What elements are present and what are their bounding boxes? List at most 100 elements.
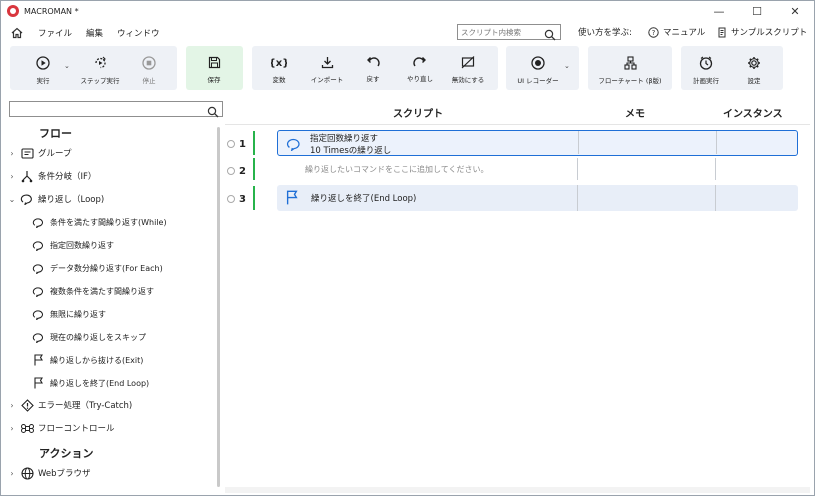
flag-icon: [31, 376, 45, 390]
tree-leaf-label: 条件を満たす間繰り返す(While): [50, 217, 167, 227]
row-title: 繰り返しを終了(End Loop): [311, 194, 417, 204]
tree-node-loop[interactable]: ⌄ 繰り返し（Loop): [1, 189, 215, 209]
breakpoint-toggle-icon[interactable]: [227, 140, 235, 148]
tree-leaf-multi-condition[interactable]: 複数条件を満たす間繰り返す: [31, 281, 154, 301]
line-number[interactable]: 1: [227, 134, 257, 154]
window-controls: — ☐ ✕: [700, 1, 814, 21]
menu-window[interactable]: ウィンドウ: [117, 27, 160, 39]
tree-leaf-label: 無限に繰り返す: [50, 309, 106, 319]
breakpoint-toggle-icon[interactable]: [227, 195, 235, 203]
manual-link[interactable]: ? マニュアル: [648, 26, 705, 38]
script-editor: スクリプト メモ インスタンス 1 2 3 指定回数繰り返す 10 Timesの…: [225, 97, 810, 495]
maximize-button[interactable]: ☐: [738, 1, 776, 21]
menu-edit[interactable]: 編集: [86, 27, 103, 39]
loop-icon: [31, 284, 45, 298]
loop-icon: [20, 192, 34, 206]
branch-icon: [20, 169, 34, 183]
instance-column-header: インスタンス: [723, 109, 783, 120]
sample-scripts-link[interactable]: サンプルスクリプト: [717, 26, 807, 38]
stop-button[interactable]: 停止: [135, 46, 163, 90]
disable-button[interactable]: 無効にする: [447, 46, 489, 90]
search-icon[interactable]: [544, 26, 556, 45]
undo-label: 戻す: [366, 75, 380, 83]
script-column-header: スクリプト: [393, 109, 443, 120]
title-bar: MACROMAN * — ☐ ✕: [1, 1, 814, 21]
gear-icon: [748, 57, 760, 69]
tree-leaf-while[interactable]: 条件を満たす間繰り返す(While): [31, 212, 167, 232]
minimize-button[interactable]: —: [700, 1, 738, 21]
tree-leaf-skip[interactable]: 現在の繰り返しをスキップ: [31, 327, 146, 347]
save-button[interactable]: 保存: [199, 46, 229, 90]
column-divider: [716, 131, 717, 154]
script-row-placeholder[interactable]: 繰り返したいコマンドをここに追加してください。: [277, 158, 798, 180]
flowchart-button[interactable]: フローチャート (β版): [592, 46, 668, 90]
chevron-right-icon[interactable]: ›: [7, 424, 17, 433]
variables-button[interactable]: {x} 変数: [265, 46, 293, 90]
record-icon: [531, 56, 545, 70]
tree-node-web-browser[interactable]: › Webブラウザ: [1, 463, 215, 483]
script-row-end-loop[interactable]: 繰り返しを終了(End Loop): [277, 185, 798, 211]
window-title: MACROMAN *: [24, 6, 79, 16]
chevron-right-icon[interactable]: ›: [7, 469, 17, 478]
tree-node-try-catch[interactable]: › エラー処理（Try-Catch): [1, 395, 215, 415]
tree-leaf-exit[interactable]: 繰り返しから抜ける(Exit): [31, 350, 143, 370]
tree-node-label: フローコントロール: [38, 424, 115, 434]
breakpoint-toggle-icon[interactable]: [227, 167, 235, 175]
disable-icon: [461, 56, 475, 69]
column-divider: [577, 158, 578, 180]
tree-node-flow-control[interactable]: › フローコントロール: [1, 418, 215, 438]
tree-leaf-infinite[interactable]: 無限に繰り返す: [31, 304, 106, 324]
tree-leaf-label: 繰り返しから抜ける(Exit): [50, 355, 144, 365]
tree-leaf-end-loop[interactable]: 繰り返しを終了(End Loop): [31, 373, 149, 393]
import-button[interactable]: インポート: [307, 46, 347, 90]
loop-icon: [31, 215, 45, 229]
tree-leaf-repeat-count[interactable]: 指定回数繰り返す: [31, 235, 114, 255]
schedule-button[interactable]: 計画実行: [689, 46, 723, 90]
chevron-right-icon[interactable]: ›: [7, 401, 17, 410]
help-circle-icon: ?: [648, 26, 659, 38]
run-button[interactable]: 実行: [28, 46, 58, 90]
loop-icon: [31, 261, 45, 275]
home-icon[interactable]: [10, 26, 24, 40]
command-search-input[interactable]: [9, 101, 223, 118]
ui-recorder-label: UI レコーダー: [517, 77, 559, 85]
ui-recorder-button[interactable]: UI レコーダー: [514, 46, 562, 90]
line-number[interactable]: 2: [227, 161, 257, 181]
settings-button[interactable]: 設定: [739, 46, 769, 90]
command-sidebar: フロー › グループ › 条件分岐（IF） ⌄ 繰り返し（Loop) 条件を満た…: [1, 97, 223, 495]
chevron-right-icon[interactable]: ›: [7, 172, 17, 181]
step-icon: [94, 56, 106, 69]
tree-node-if[interactable]: › 条件分岐（IF）: [1, 166, 215, 186]
script-list: 1 2 3 指定回数繰り返す 10 Timesの繰り返し 繰り返したいコマンドを…: [225, 124, 810, 486]
schedule-label: 計画実行: [693, 77, 719, 85]
variable-icon: {x}: [271, 58, 287, 69]
run-dropdown-chevron-icon[interactable]: ⌄: [64, 62, 70, 70]
column-divider: [578, 131, 579, 154]
tree-leaf-for-each[interactable]: データ数分繰り返す(For Each): [31, 258, 163, 278]
sidebar-scrollbar[interactable]: [217, 127, 220, 487]
chevron-down-icon[interactable]: ⌄: [7, 195, 17, 204]
tree-node-group[interactable]: › グループ: [1, 143, 215, 163]
line-number[interactable]: 3: [227, 189, 257, 209]
script-search-input[interactable]: [461, 27, 541, 37]
redo-button[interactable]: やり直し: [403, 46, 437, 90]
error-icon: [20, 398, 34, 412]
chevron-right-icon[interactable]: ›: [7, 149, 17, 158]
globe-icon: [20, 466, 34, 480]
loop-icon: [31, 307, 45, 321]
close-button[interactable]: ✕: [776, 1, 814, 21]
undo-button[interactable]: 戻す: [359, 46, 387, 90]
menu-file[interactable]: ファイル: [38, 27, 72, 39]
search-icon[interactable]: [207, 103, 219, 122]
step-run-button[interactable]: ステップ実行: [77, 46, 123, 90]
save-icon: [208, 56, 220, 69]
script-search-box: [457, 24, 561, 41]
script-row-repeat[interactable]: 指定回数繰り返す 10 Timesの繰り返し: [277, 130, 798, 156]
recorder-dropdown-chevron-icon[interactable]: ⌄: [564, 62, 570, 70]
schedule-icon: [699, 56, 713, 70]
flag-icon: [285, 190, 299, 209]
editor-horizontal-scrollbar[interactable]: [225, 487, 810, 493]
tree-node-label: 繰り返し（Loop): [38, 195, 105, 205]
column-divider: [715, 185, 716, 211]
script-file-icon: [717, 27, 727, 38]
